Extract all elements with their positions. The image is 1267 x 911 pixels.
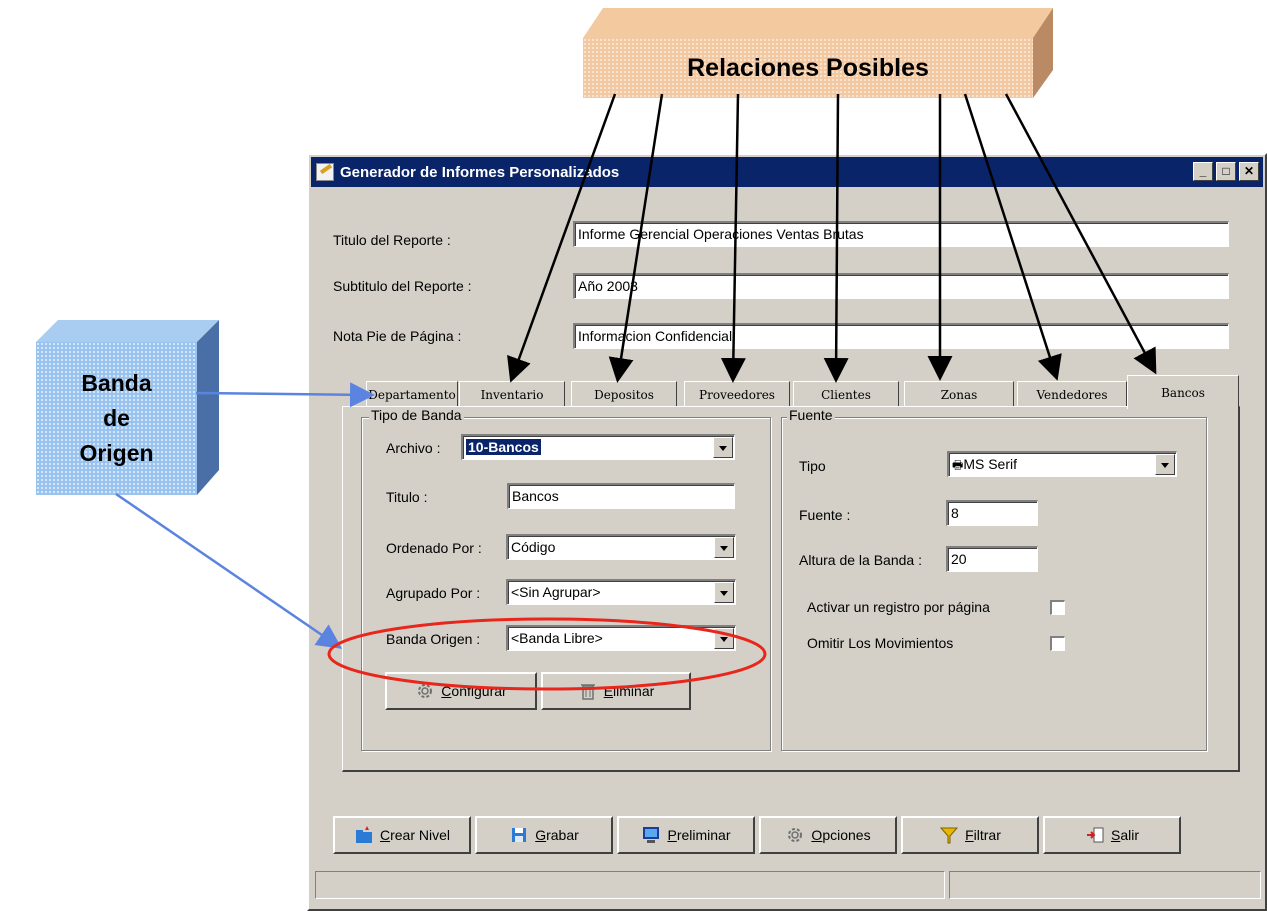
filtrar-label: Filtrar — [965, 827, 1001, 843]
omitir-movimientos-label: Omitir Los Movimientos — [807, 635, 954, 651]
fuente-title: Fuente — [787, 407, 835, 423]
ordenado-value: Código — [511, 539, 556, 555]
configurar-label: Configurar — [441, 683, 507, 699]
ordenado-select[interactable]: Código — [506, 534, 736, 560]
banda-origen-field-label: Banda Origen : — [386, 631, 481, 647]
titulo-banda-input[interactable]: Bancos — [507, 483, 735, 509]
new-level-icon — [354, 825, 374, 845]
gear-icon — [785, 825, 805, 845]
omitir-movimientos-checkbox[interactable] — [1050, 636, 1065, 651]
chevron-down-icon[interactable] — [714, 582, 734, 603]
chevron-down-icon[interactable] — [714, 628, 734, 649]
report-title-label: Titulo del Reporte : — [333, 232, 451, 248]
banda-origen-line2: de — [103, 405, 130, 431]
save-disk-icon — [509, 825, 529, 845]
tab-depositos[interactable]: Depositos — [571, 381, 677, 407]
altura-banda-input[interactable]: 20 — [946, 546, 1038, 572]
agrupado-value: <Sin Agrupar> — [511, 584, 601, 600]
crear-nivel-button[interactable]: Crear Nivel — [333, 816, 471, 854]
banda-origen-callout: Banda de Origen — [36, 320, 219, 495]
tipo-fuente-value: MS Serif — [963, 456, 1018, 472]
status-bar-panel-2 — [949, 871, 1261, 899]
title-bar[interactable]: Generador de Informes Personalizados _ □… — [311, 157, 1263, 187]
minimize-button[interactable]: _ — [1193, 162, 1213, 181]
ordenado-label: Ordenado Por : — [386, 540, 482, 556]
eliminar-button[interactable]: Eliminar — [541, 672, 691, 710]
tipo-fuente-select[interactable]: 🖶MS Serif — [947, 451, 1177, 477]
banda-origen-line1: Banda — [81, 370, 152, 396]
grabar-label: Grabar — [535, 827, 579, 843]
tamano-fuente-label: Fuente : — [799, 507, 851, 523]
tab-departamento[interactable]: Departamento — [366, 381, 458, 407]
printer-font-icon: 🖶 — [952, 458, 964, 472]
archivo-value: 10-Bancos — [466, 439, 541, 455]
banda-origen-label: Banda de Origen — [36, 342, 197, 495]
relaciones-posibles-callout: Relaciones Posibles — [583, 8, 1053, 98]
tab-vendedores[interactable]: Vendedores — [1017, 381, 1127, 407]
tab-clientes[interactable]: Clientes — [793, 381, 899, 407]
report-subtitle-label: Subtitulo del Reporte : — [333, 278, 472, 294]
banda-origen-select[interactable]: <Banda Libre> — [506, 625, 736, 651]
tamano-fuente-input[interactable]: 8 — [946, 500, 1038, 526]
chevron-down-icon[interactable] — [713, 437, 733, 458]
close-button[interactable]: ✕ — [1239, 162, 1259, 181]
app-icon — [316, 163, 334, 181]
tab-zonas[interactable]: Zonas — [904, 381, 1014, 407]
footer-note-input[interactable]: Informacion Confidencial — [573, 323, 1229, 349]
exit-door-icon — [1085, 825, 1105, 845]
tab-panel: Tipo de Banda Archivo : 10-Bancos Titulo… — [342, 406, 1240, 772]
preliminar-label: Preliminar — [667, 827, 731, 843]
grabar-button[interactable]: Grabar — [475, 816, 613, 854]
opciones-button[interactable]: Opciones — [759, 816, 897, 854]
monitor-icon — [641, 825, 661, 845]
agrupado-label: Agrupado Por : — [386, 585, 481, 601]
trash-icon — [578, 681, 598, 701]
agrupado-select[interactable]: <Sin Agrupar> — [506, 579, 736, 605]
window-title: Generador de Informes Personalizados — [340, 163, 620, 181]
activar-registro-checkbox[interactable] — [1050, 600, 1065, 615]
footer-note-label: Nota Pie de Página : — [333, 328, 462, 344]
status-bar-panel-1 — [315, 871, 945, 899]
report-title-input[interactable]: Informe Gerencial Operaciones Ventas Bru… — [573, 221, 1229, 247]
salir-label: Salir — [1110, 827, 1139, 843]
configurar-button[interactable]: Configurar — [385, 672, 537, 710]
chevron-down-icon[interactable] — [1155, 454, 1175, 475]
filtrar-button[interactable]: Filtrar — [901, 816, 1039, 854]
crear-nivel-label: Crear Nivel — [379, 827, 451, 843]
archivo-label: Archivo : — [386, 440, 441, 456]
opciones-label: Opciones — [811, 827, 871, 843]
activar-registro-label: Activar un registro por página — [807, 599, 990, 615]
arrow-to-banda-origen-field — [115, 492, 343, 649]
eliminar-label: Eliminar — [603, 683, 655, 699]
archivo-select[interactable]: 10-Bancos — [461, 434, 735, 460]
relaciones-posibles-label: Relaciones Posibles — [583, 38, 1033, 98]
chevron-down-icon[interactable] — [714, 537, 734, 558]
preliminar-button[interactable]: Preliminar — [617, 816, 755, 854]
salir-button[interactable]: Salir — [1043, 816, 1181, 854]
tab-proveedores[interactable]: Proveedores — [684, 381, 790, 407]
report-generator-window: Generador de Informes Personalizados _ □… — [307, 153, 1267, 911]
titulo-banda-label: Titulo : — [386, 489, 428, 505]
tipo-banda-title: Tipo de Banda — [369, 407, 464, 423]
banda-origen-line3: Origen — [79, 440, 154, 466]
gear-icon — [415, 681, 435, 701]
banda-origen-value: <Banda Libre> — [511, 630, 603, 646]
maximize-button[interactable]: □ — [1216, 162, 1236, 181]
tab-bancos[interactable]: Bancos — [1127, 375, 1239, 409]
altura-banda-label: Altura de la Banda : — [799, 552, 922, 568]
report-subtitle-input[interactable]: Año 2003 — [573, 273, 1229, 299]
filter-funnel-icon — [939, 825, 959, 845]
tipo-fuente-label: Tipo — [799, 458, 826, 474]
tab-inventario[interactable]: Inventario — [459, 381, 565, 407]
